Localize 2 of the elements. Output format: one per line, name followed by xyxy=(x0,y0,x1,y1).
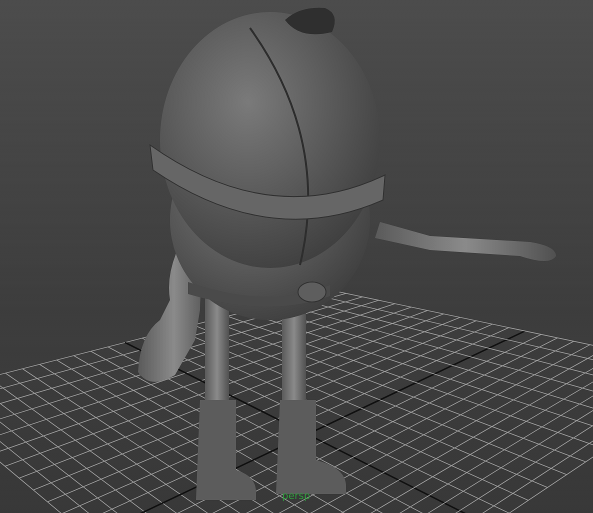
camera-label: persp xyxy=(282,491,310,502)
3d-viewport[interactable]: persp xyxy=(0,0,593,513)
